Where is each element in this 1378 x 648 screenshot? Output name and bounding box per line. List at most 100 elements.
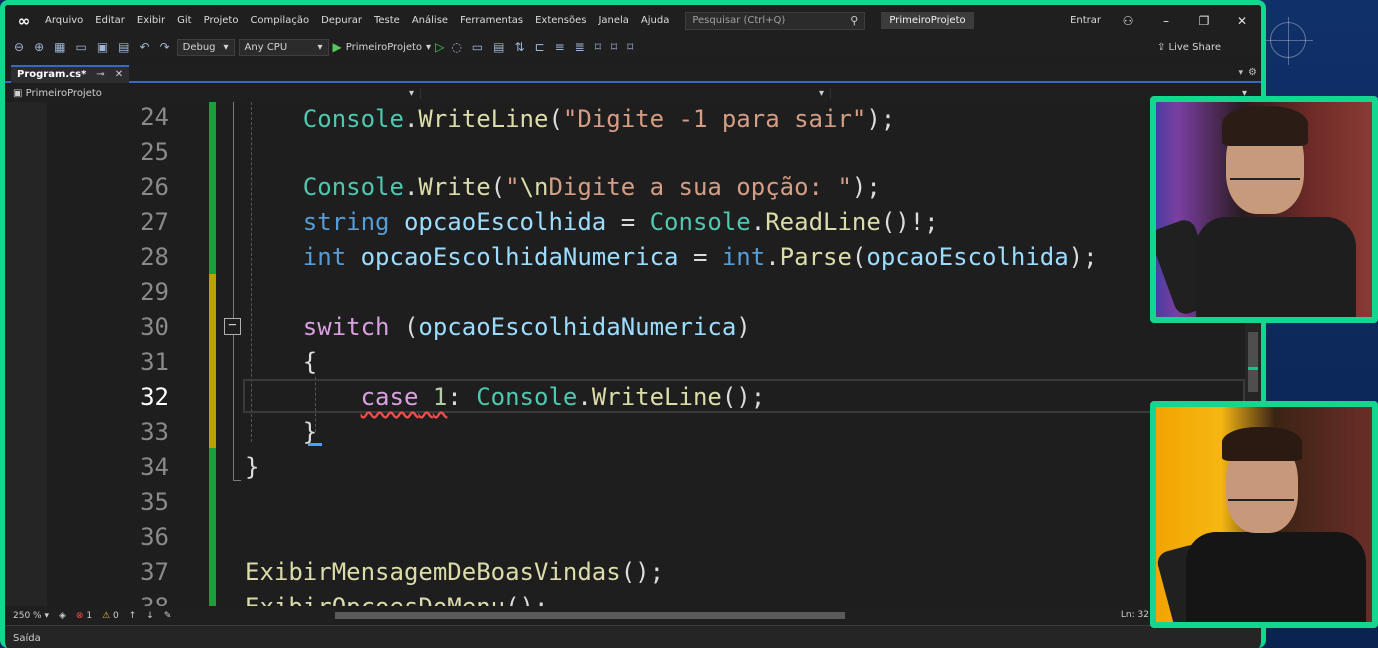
webcam-presenter-2: [1150, 401, 1378, 628]
new-project-icon[interactable]: ▦: [51, 40, 68, 54]
navigate-back-icon[interactable]: ⊖: [11, 40, 27, 54]
save-icon[interactable]: ▣: [94, 40, 111, 54]
run-target-button[interactable]: PrimeiroProjeto: [346, 42, 422, 53]
window-controls: Entrar ⚇ – ❐ ✕: [1062, 14, 1261, 28]
code-line: }: [245, 418, 318, 446]
presenter-body: [1196, 217, 1356, 317]
gear-icon[interactable]: ⚙: [1248, 67, 1257, 78]
step-icon[interactable]: ⇅: [511, 40, 527, 54]
signin-button[interactable]: Entrar: [1062, 15, 1109, 26]
search-icon: ⚲: [850, 13, 859, 27]
scrollbar-marker: [1248, 367, 1258, 370]
align-icon[interactable]: ⊏: [532, 40, 548, 54]
line-number: 37: [140, 558, 169, 586]
line-position: Ln: 32: [1120, 610, 1149, 620]
code-line: int opcaoEscolhidaNumerica = int.Parse(o…: [302, 243, 1098, 271]
presenter-hair: [1222, 427, 1302, 461]
platform-dropdown[interactable]: Any CPU ▾: [238, 38, 329, 56]
warning-count: 0: [113, 610, 119, 621]
menu-projeto[interactable]: Projeto: [198, 15, 245, 26]
run-without-debug-icon[interactable]: ▷: [435, 40, 444, 54]
menu-janela[interactable]: Janela: [592, 15, 634, 26]
bookmark-next-icon[interactable]: ⌑: [624, 40, 636, 54]
glasses: [1230, 178, 1300, 180]
menu-analise[interactable]: Análise: [406, 15, 454, 26]
menu-exibir[interactable]: Exibir: [131, 15, 171, 26]
line-number: 28: [140, 243, 169, 271]
scrollbar-thumb[interactable]: [335, 612, 845, 619]
hot-reload-icon[interactable]: ◌: [448, 40, 464, 54]
chevron-down-icon: ▾: [408, 88, 414, 99]
uncomment-icon[interactable]: ≣: [572, 40, 588, 54]
project-dropdown[interactable]: ▣ PrimeiroProjeto ▾: [13, 88, 421, 99]
code-text[interactable]: Console.WriteLine("Digite -1 para sair")…: [245, 102, 1098, 606]
minimize-icon[interactable]: –: [1147, 14, 1185, 28]
output-panel-header[interactable]: Saída: [5, 625, 1261, 648]
redo-icon[interactable]: ↷: [157, 40, 173, 54]
chevron-down-icon[interactable]: ▾: [1238, 68, 1243, 78]
zoom-dropdown[interactable]: 250 % ▾: [13, 611, 49, 621]
line-number: 29: [140, 278, 169, 306]
brush-icon[interactable]: ✎: [164, 611, 172, 621]
glasses: [1228, 499, 1294, 501]
undo-icon[interactable]: ↶: [137, 40, 153, 54]
close-tab-icon[interactable]: ✕: [115, 69, 123, 81]
tab-label: Program.cs*: [17, 69, 87, 80]
line-number: 27: [140, 208, 169, 236]
project-dropdown-label: ▣ PrimeiroProjeto: [13, 88, 102, 99]
errors-indicator[interactable]: ⊗ 1: [76, 611, 92, 621]
line-number: 38: [49, 590, 169, 606]
menu-compilacao[interactable]: Compilação: [244, 15, 315, 26]
line-number: 31: [140, 348, 169, 376]
fold-line: [233, 335, 234, 480]
menu-git[interactable]: Git: [171, 15, 197, 26]
code-editor[interactable]: 24 25 26 27 28 29 30 31 32 33 34 35 36 37 38 − Console…: [5, 102, 1261, 606]
menu-arquivo[interactable]: Arquivo: [39, 15, 89, 26]
fold-line: [233, 102, 234, 318]
chevron-down-icon: ▾: [818, 88, 824, 99]
run-icon[interactable]: ▶: [333, 40, 342, 54]
live-share-button[interactable]: ⇪ Live Share: [1157, 42, 1221, 53]
menu-ferramentas[interactable]: Ferramentas: [454, 15, 529, 26]
code-line: Console.WriteLine("Digite -1 para sair")…: [302, 105, 896, 133]
breakpoint-margin[interactable]: [5, 102, 47, 606]
menu-extensoes[interactable]: Extensões: [529, 15, 592, 26]
visual-studio-logo-icon: ∞: [17, 11, 31, 30]
configuration-dropdown[interactable]: Debug ▾: [176, 38, 235, 56]
collapse-icon[interactable]: −: [224, 318, 241, 335]
chevron-down-icon: ▾: [223, 41, 229, 53]
scrollbar-thumb[interactable]: [1248, 332, 1258, 392]
arrow-up-icon[interactable]: ↑: [129, 611, 137, 621]
layout-icon[interactable]: ▤: [490, 40, 507, 54]
bookmark-prev-icon[interactable]: ⌑: [608, 40, 620, 54]
live-share-label: Live Share: [1168, 41, 1221, 53]
folder-icon[interactable]: ▭: [469, 40, 486, 54]
menu-teste[interactable]: Teste: [368, 15, 406, 26]
comment-icon[interactable]: ≡: [552, 40, 568, 54]
code-line: string opcaoEscolhida = Console.ReadLine…: [302, 208, 939, 236]
arrow-down-icon[interactable]: ↓: [146, 611, 154, 621]
chevron-down-icon[interactable]: ▾: [426, 42, 431, 53]
menu-ajuda[interactable]: Ajuda: [635, 15, 675, 26]
pin-icon[interactable]: ⊸: [96, 69, 104, 81]
code-line: switch (opcaoEscolhidaNumerica): [302, 313, 751, 341]
restore-icon[interactable]: ❐: [1185, 14, 1223, 28]
save-all-icon[interactable]: ▤: [115, 40, 132, 54]
search-input[interactable]: Pesquisar (Ctrl+Q) ⚲: [685, 11, 866, 30]
menu-editar[interactable]: Editar: [89, 15, 131, 26]
navigate-forward-icon[interactable]: ⊕: [31, 40, 47, 54]
account-icon[interactable]: ⚇: [1109, 14, 1147, 28]
tab-program-cs[interactable]: Program.cs* ⊸ ✕: [11, 65, 130, 83]
bookmark-icon[interactable]: ⌑: [592, 40, 604, 54]
code-line: ExibirOpcoesDoMenu();: [245, 590, 548, 606]
crosshair-decoration: [1265, 17, 1313, 65]
open-file-icon[interactable]: ▭: [72, 40, 89, 54]
type-dropdown[interactable]: ▾: [421, 88, 831, 99]
editor-status-bar: 250 % ▾ ◈ ⊗ 1 ⚠ 0 ↑ ↓ ✎ Ln: 32: [5, 606, 1261, 625]
warnings-indicator[interactable]: ⚠ 0: [102, 611, 119, 621]
close-icon[interactable]: ✕: [1223, 14, 1261, 28]
fold-line-end: [233, 480, 241, 481]
horizontal-scrollbar[interactable]: [335, 612, 1095, 620]
menu-depurar[interactable]: Depurar: [315, 15, 368, 26]
presenter-body: [1186, 532, 1366, 622]
